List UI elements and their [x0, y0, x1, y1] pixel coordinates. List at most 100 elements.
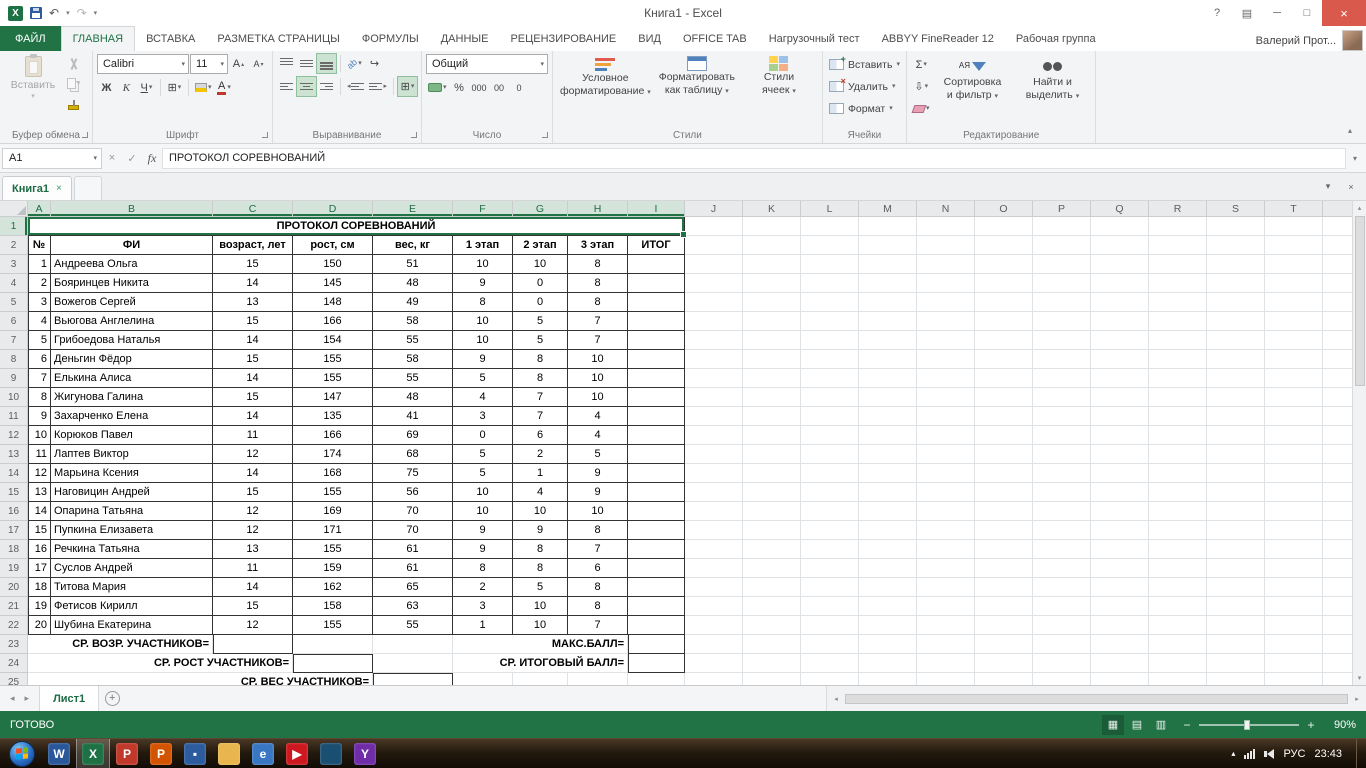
- cell[interactable]: [801, 635, 859, 654]
- cell[interactable]: [1265, 673, 1323, 685]
- cell[interactable]: [1091, 654, 1149, 673]
- cell[interactable]: [859, 616, 917, 635]
- cell[interactable]: 10: [513, 255, 568, 274]
- cell[interactable]: [685, 597, 743, 616]
- cell[interactable]: [1323, 407, 1352, 426]
- ribbon-tab-view[interactable]: ВИД: [627, 26, 672, 51]
- font-color-button[interactable]: А ▾: [214, 78, 233, 97]
- ribbon-tab-abbyy[interactable]: ABBYY FineReader 12: [871, 26, 1005, 51]
- percent-style-button[interactable]: %: [450, 78, 469, 97]
- cell-summary-label[interactable]: СР. ВОЗР. УЧАСТНИКОВ=: [28, 635, 213, 654]
- cell[interactable]: 8: [28, 388, 51, 407]
- accounting-format-button[interactable]: ▾: [426, 78, 449, 97]
- cut-button[interactable]: [64, 54, 83, 73]
- column-header-R[interactable]: R: [1149, 201, 1207, 217]
- cell[interactable]: [1091, 502, 1149, 521]
- cell[interactable]: 162: [293, 578, 373, 597]
- cell[interactable]: [1149, 483, 1207, 502]
- cell[interactable]: [1323, 464, 1352, 483]
- cell[interactable]: [859, 426, 917, 445]
- cell[interactable]: [917, 293, 975, 312]
- cell[interactable]: Бояринцев Никита: [51, 274, 213, 293]
- cell[interactable]: [1323, 217, 1352, 236]
- cell[interactable]: 7: [568, 540, 628, 559]
- cell[interactable]: [1091, 255, 1149, 274]
- undo-icon[interactable]: ↶: [49, 7, 59, 19]
- cell[interactable]: [917, 597, 975, 616]
- cell[interactable]: [1091, 407, 1149, 426]
- cell[interactable]: 15: [213, 350, 293, 369]
- horizontal-scrollbar[interactable]: ◂ ▸: [826, 686, 1366, 711]
- cell[interactable]: 19: [28, 597, 51, 616]
- cell[interactable]: [1265, 578, 1323, 597]
- cell[interactable]: [685, 616, 743, 635]
- cell[interactable]: [801, 483, 859, 502]
- align-middle-button[interactable]: [297, 54, 316, 73]
- cell[interactable]: [293, 635, 373, 654]
- cell[interactable]: 58: [373, 350, 453, 369]
- cell[interactable]: Елькина Алиса: [51, 369, 213, 388]
- cell[interactable]: [1091, 464, 1149, 483]
- paste-button[interactable]: Вставить ▾: [4, 54, 62, 100]
- cell[interactable]: Андреева Ольга: [51, 255, 213, 274]
- cell[interactable]: [743, 236, 801, 255]
- row-header-21[interactable]: 21: [0, 597, 28, 616]
- ribbon-tab-data[interactable]: ДАННЫЕ: [430, 26, 500, 51]
- cell[interactable]: [1323, 597, 1352, 616]
- cell[interactable]: 10: [453, 502, 513, 521]
- cell[interactable]: [1323, 654, 1352, 673]
- cell[interactable]: [1033, 559, 1091, 578]
- cell[interactable]: [685, 445, 743, 464]
- cell[interactable]: 3: [453, 407, 513, 426]
- word-taskbar-button[interactable]: W: [42, 739, 76, 768]
- cell[interactable]: [743, 654, 801, 673]
- cell[interactable]: [1033, 426, 1091, 445]
- decrease-indent-button[interactable]: ◂: [345, 77, 367, 96]
- comma-style-button[interactable]: 000: [470, 78, 489, 97]
- enter-button[interactable]: ✓: [122, 152, 142, 165]
- cell[interactable]: 7: [513, 407, 568, 426]
- cell[interactable]: 61: [373, 540, 453, 559]
- cell[interactable]: [685, 388, 743, 407]
- clock[interactable]: 23:43: [1314, 748, 1342, 760]
- cell[interactable]: 5: [453, 464, 513, 483]
- cell[interactable]: 9: [453, 350, 513, 369]
- column-header-E[interactable]: E: [373, 201, 453, 217]
- cell[interactable]: [801, 350, 859, 369]
- cell[interactable]: [917, 217, 975, 236]
- video-taskbar-button[interactable]: ▶: [280, 739, 314, 768]
- formula-input[interactable]: ПРОТОКОЛ СОРЕВНОВАНИЙ: [162, 147, 1346, 169]
- cell-summary-input[interactable]: [213, 635, 293, 654]
- column-header-Q[interactable]: Q: [1091, 201, 1149, 217]
- cell[interactable]: [1265, 559, 1323, 578]
- row-header-9[interactable]: 9: [0, 369, 28, 388]
- cell[interactable]: [975, 578, 1033, 597]
- cell[interactable]: 51: [373, 255, 453, 274]
- add-sheet-button[interactable]: +: [99, 686, 125, 711]
- cell[interactable]: 2: [513, 445, 568, 464]
- cell[interactable]: 2: [28, 274, 51, 293]
- cell[interactable]: [1033, 616, 1091, 635]
- cell[interactable]: 10: [568, 350, 628, 369]
- row-header-1[interactable]: 1: [0, 217, 28, 236]
- cell[interactable]: [628, 445, 685, 464]
- cell[interactable]: [1091, 445, 1149, 464]
- cell[interactable]: [743, 255, 801, 274]
- cell[interactable]: 10: [568, 502, 628, 521]
- cell[interactable]: [1091, 483, 1149, 502]
- cell[interactable]: [743, 521, 801, 540]
- cell[interactable]: 12: [28, 464, 51, 483]
- cell[interactable]: 41: [373, 407, 453, 426]
- cell[interactable]: 7: [513, 388, 568, 407]
- page-break-view-button[interactable]: ▥: [1150, 715, 1172, 735]
- cell-summary-input[interactable]: [628, 635, 685, 654]
- cell[interactable]: [859, 407, 917, 426]
- align-left-button[interactable]: [277, 77, 296, 96]
- save-tool-taskbar-button[interactable]: ▪: [178, 739, 212, 768]
- cell[interactable]: 1: [453, 616, 513, 635]
- cell[interactable]: 8: [568, 255, 628, 274]
- cell[interactable]: 168: [293, 464, 373, 483]
- cell[interactable]: [743, 388, 801, 407]
- cell[interactable]: [859, 673, 917, 685]
- cell[interactable]: 15: [213, 312, 293, 331]
